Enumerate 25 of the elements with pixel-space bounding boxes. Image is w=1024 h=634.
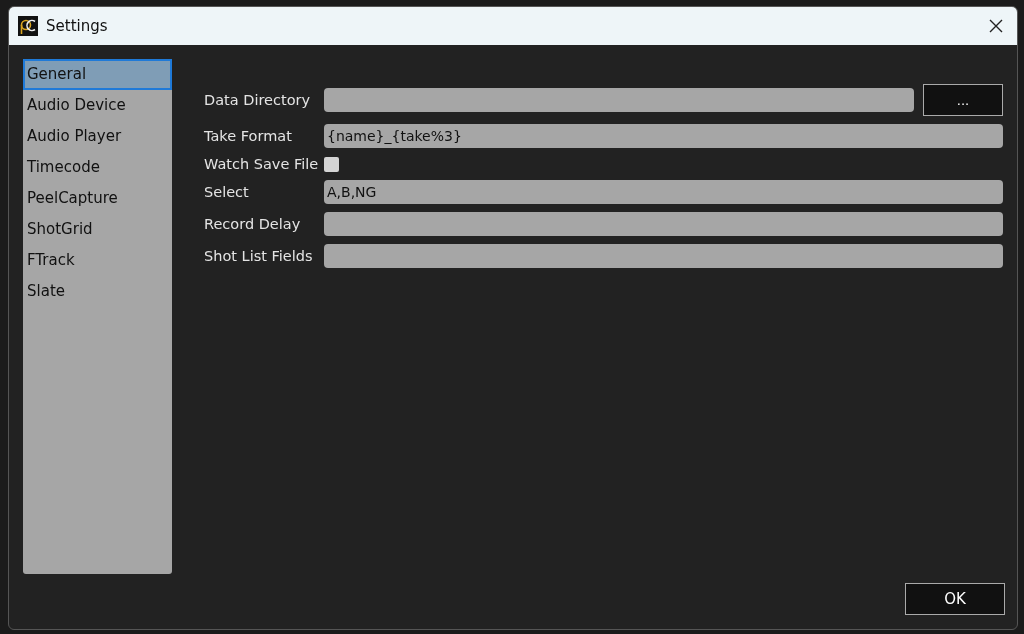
category-item[interactable]: PeelCapture [23, 183, 172, 214]
category-item[interactable]: General [23, 59, 172, 90]
category-item[interactable]: Slate [23, 276, 172, 307]
field-label: Watch Save File [204, 156, 320, 172]
checkbox[interactable] [324, 156, 339, 172]
ok-button[interactable]: OK [905, 583, 1005, 615]
category-item[interactable]: Audio Player [23, 121, 172, 152]
category-item[interactable]: FTrack [23, 245, 172, 276]
input-field[interactable]: {name}_{take%3} [324, 124, 1003, 148]
field-label: Shot List Fields [204, 248, 314, 264]
browse-button[interactable]: ... [923, 84, 1003, 116]
window-title: Settings [46, 17, 109, 35]
input-field[interactable]: A,B,NG [324, 180, 1003, 204]
input-field[interactable] [324, 88, 914, 112]
close-icon[interactable] [989, 19, 1003, 33]
field-label: Select [204, 184, 250, 200]
input-field[interactable] [324, 212, 1003, 236]
input-field[interactable] [324, 244, 1003, 268]
category-item[interactable]: Timecode [23, 152, 172, 183]
field-label: Data Directory [204, 92, 312, 108]
field-label: Record Delay [204, 216, 302, 232]
field-label: Take Format [204, 128, 293, 144]
category-item[interactable]: Audio Device [23, 90, 172, 121]
app-logo-icon [18, 16, 38, 36]
category-item[interactable]: ShotGrid [23, 214, 172, 245]
